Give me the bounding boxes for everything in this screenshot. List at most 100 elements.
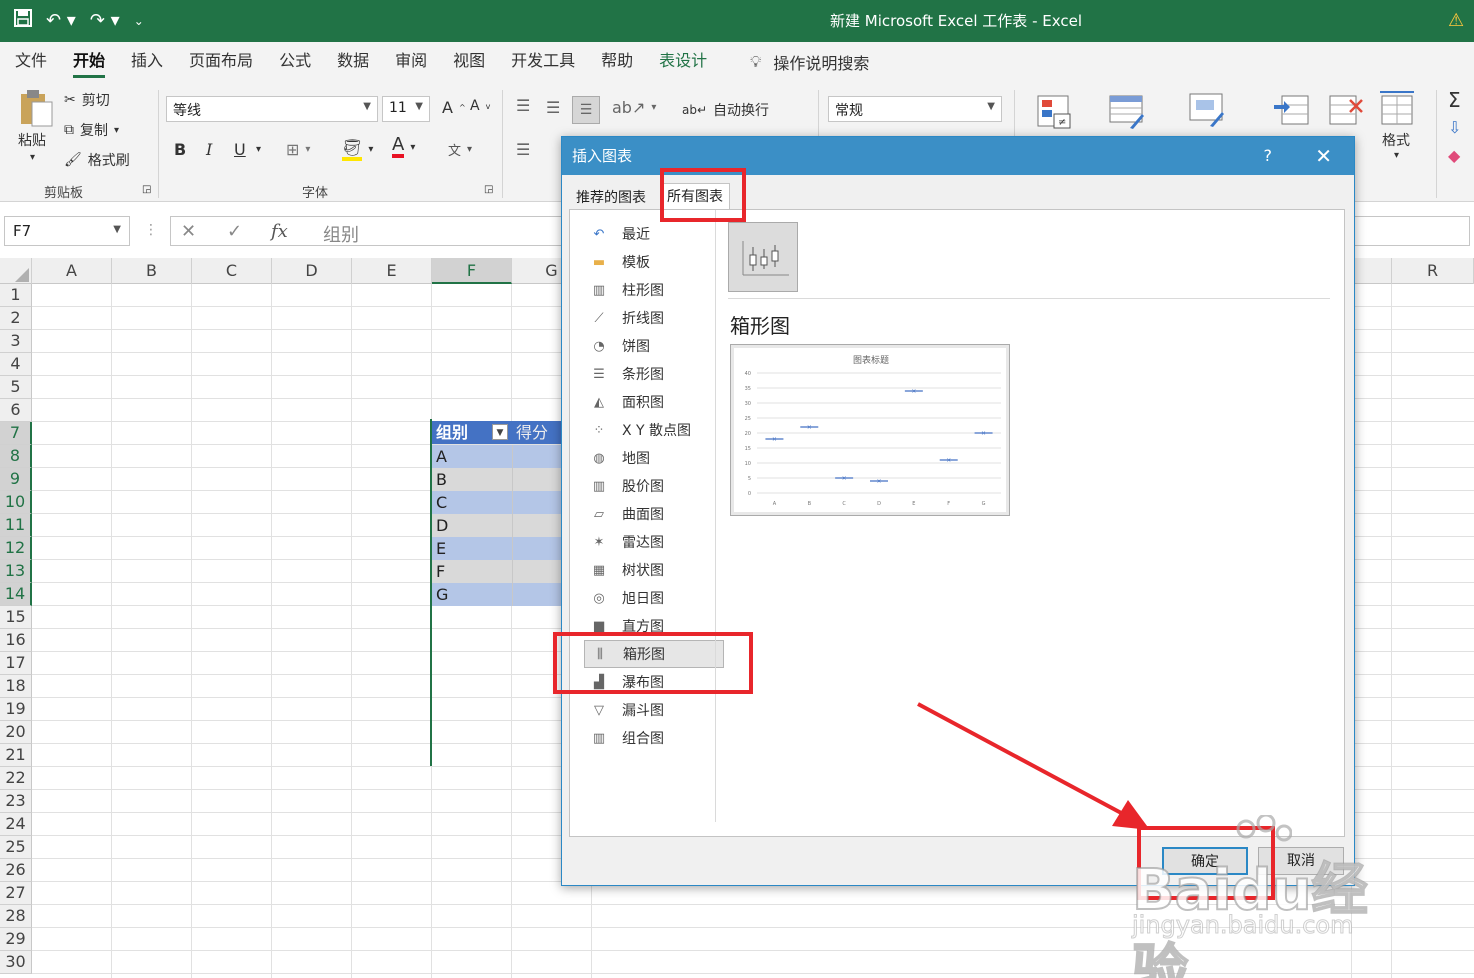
- chart-type-surface-chart[interactable]: ▱ 曲面图: [584, 500, 724, 528]
- table-header-group[interactable]: 组别 ▼: [432, 421, 512, 444]
- table-cell-score[interactable]: [512, 560, 562, 583]
- column-header-a[interactable]: A: [32, 258, 112, 284]
- number-format-combo[interactable]: 常规 ▼: [828, 96, 1002, 122]
- row-header-26[interactable]: 26: [0, 859, 32, 882]
- warning-icon[interactable]: ⚠: [1448, 10, 1464, 31]
- orientation-icon[interactable]: ab↗ ▾: [612, 98, 656, 117]
- column-header-q[interactable]: [1352, 258, 1392, 284]
- tab-developer[interactable]: 开发工具: [498, 42, 588, 82]
- decrease-font-icon[interactable]: Av: [470, 98, 490, 114]
- paste-icon[interactable]: [18, 88, 58, 128]
- align-top-icon[interactable]: ☰: [516, 96, 530, 115]
- column-header-d[interactable]: D: [272, 258, 352, 284]
- table-cell-score[interactable]: [512, 445, 562, 468]
- table-cell-score[interactable]: [512, 537, 562, 560]
- chevron-down-icon[interactable]: ▾: [256, 144, 261, 155]
- chart-type-stock-chart[interactable]: ▥ 股价图: [584, 472, 724, 500]
- tab-table-design[interactable]: 表设计: [646, 42, 720, 82]
- tab-formulas[interactable]: 公式: [266, 42, 324, 82]
- chart-type-combo-chart[interactable]: ▥ 组合图: [584, 724, 724, 752]
- chart-type-folder[interactable]: ▬ 模板: [584, 248, 724, 276]
- tab-insert[interactable]: 插入: [118, 42, 176, 82]
- tab-view[interactable]: 视图: [440, 42, 498, 82]
- autosum-icon[interactable]: Σ: [1448, 88, 1461, 112]
- chart-type-treemap-chart[interactable]: ▦ 树状图: [584, 556, 724, 584]
- copy-button[interactable]: ⧉ 复制 ▾: [64, 120, 119, 140]
- filter-dropdown-icon[interactable]: ▼: [492, 424, 508, 440]
- tab-file[interactable]: 文件: [2, 42, 60, 82]
- tab-page-layout[interactable]: 页面布局: [176, 42, 266, 82]
- italic-button[interactable]: I: [206, 140, 212, 159]
- clear-icon[interactable]: ◆: [1448, 146, 1460, 165]
- column-header-f[interactable]: F: [432, 258, 512, 284]
- tab-recommended-charts[interactable]: 推荐的图表: [570, 185, 652, 211]
- row-header-6[interactable]: 6: [0, 399, 32, 422]
- column-header-b[interactable]: B: [112, 258, 192, 284]
- table-header-score[interactable]: 得分: [512, 421, 562, 444]
- tab-review[interactable]: 审阅: [382, 42, 440, 82]
- cancel-formula-icon[interactable]: ✕: [181, 221, 196, 242]
- chart-type-radar-chart[interactable]: ✶ 雷达图: [584, 528, 724, 556]
- table-cell-score[interactable]: [512, 514, 562, 537]
- tab-help[interactable]: 帮助: [588, 42, 646, 82]
- redo-icon[interactable]: ↷ ▾: [90, 10, 120, 31]
- row-header-9[interactable]: 9: [0, 468, 32, 491]
- dialog-launcher-icon[interactable]: ◲: [484, 184, 493, 195]
- undo-icon[interactable]: ↶ ▾: [46, 10, 76, 31]
- row-header-20[interactable]: 20: [0, 721, 32, 744]
- tell-me-search[interactable]: 💡︎ 操作说明搜索: [750, 50, 869, 74]
- align-left-icon[interactable]: ☰: [516, 140, 530, 159]
- row-header-28[interactable]: 28: [0, 905, 32, 928]
- row-header-14[interactable]: 14: [0, 583, 32, 606]
- align-middle-icon[interactable]: ☰: [546, 98, 560, 117]
- row-header-19[interactable]: 19: [0, 698, 32, 721]
- function-icon[interactable]: fx: [271, 221, 288, 242]
- row-header-11[interactable]: 11: [0, 514, 32, 537]
- paste-dropdown-icon[interactable]: ▾: [30, 152, 35, 163]
- table-cell-group[interactable]: G: [432, 583, 512, 606]
- row-header-5[interactable]: 5: [0, 376, 32, 399]
- table-cell-group[interactable]: E: [432, 537, 512, 560]
- tab-data[interactable]: 数据: [324, 42, 382, 82]
- chart-type-line-chart[interactable]: ⟋ 折线图: [584, 304, 724, 332]
- chart-type-bar-chart[interactable]: ☰ 条形图: [584, 360, 724, 388]
- table-cell-score[interactable]: [512, 583, 562, 606]
- row-header-7[interactable]: 7: [0, 422, 32, 445]
- font-color-icon[interactable]: A ▾: [392, 136, 415, 158]
- chart-type-recent[interactable]: ↶ 最近: [584, 220, 724, 248]
- row-header-25[interactable]: 25: [0, 836, 32, 859]
- column-header-c[interactable]: C: [192, 258, 272, 284]
- bold-button[interactable]: B: [174, 140, 186, 159]
- fill-color-icon[interactable]: 🪣︎ ▾: [342, 138, 373, 161]
- font-name-combo[interactable]: 等线 ▼: [166, 96, 378, 122]
- chart-type-column-chart[interactable]: ▥ 柱形图: [584, 276, 724, 304]
- table-cell-group[interactable]: F: [432, 560, 512, 583]
- column-header-e[interactable]: E: [352, 258, 432, 284]
- row-header-12[interactable]: 12: [0, 537, 32, 560]
- underline-button[interactable]: U: [234, 140, 246, 159]
- borders-icon[interactable]: ⊞ ▾: [286, 140, 310, 159]
- format-painter-button[interactable]: 🖌︎ 格式刷: [64, 150, 130, 170]
- chart-type-sunburst-chart[interactable]: ◎ 旭日图: [584, 584, 724, 612]
- table-cell-group[interactable]: D: [432, 514, 512, 537]
- chart-type-map-chart[interactable]: ◍ 地图: [584, 444, 724, 472]
- row-header-8[interactable]: 8: [0, 445, 32, 468]
- chart-type-area-chart[interactable]: ◭ 面积图: [584, 388, 724, 416]
- row-header-10[interactable]: 10: [0, 491, 32, 514]
- customize-qat-icon[interactable]: ⌄: [134, 14, 144, 28]
- save-icon[interactable]: [14, 9, 32, 32]
- select-all-corner[interactable]: [0, 258, 32, 284]
- row-header-15[interactable]: 15: [0, 606, 32, 629]
- box-whisker-variant-thumbnail[interactable]: [728, 222, 798, 292]
- row-header-13[interactable]: 13: [0, 560, 32, 583]
- chart-type-scatter-chart[interactable]: ⁘ X Y 散点图: [584, 416, 724, 444]
- chart-type-pie-chart[interactable]: ◔ 饼图: [584, 332, 724, 360]
- row-header-29[interactable]: 29: [0, 928, 32, 951]
- format-as-table-icon[interactable]: [1106, 92, 1146, 132]
- fill-icon[interactable]: ⇩: [1448, 118, 1461, 137]
- row-header-22[interactable]: 22: [0, 767, 32, 790]
- chart-preview[interactable]: 图表标题 0 5 10 15 20 25 30 35 40 A × B × C × D × E × F × G ×: [730, 344, 1010, 516]
- font-size-combo[interactable]: 11 ▼: [382, 96, 430, 122]
- delete-cells-icon[interactable]: [1326, 90, 1366, 130]
- format-button[interactable]: 格式: [1382, 130, 1410, 150]
